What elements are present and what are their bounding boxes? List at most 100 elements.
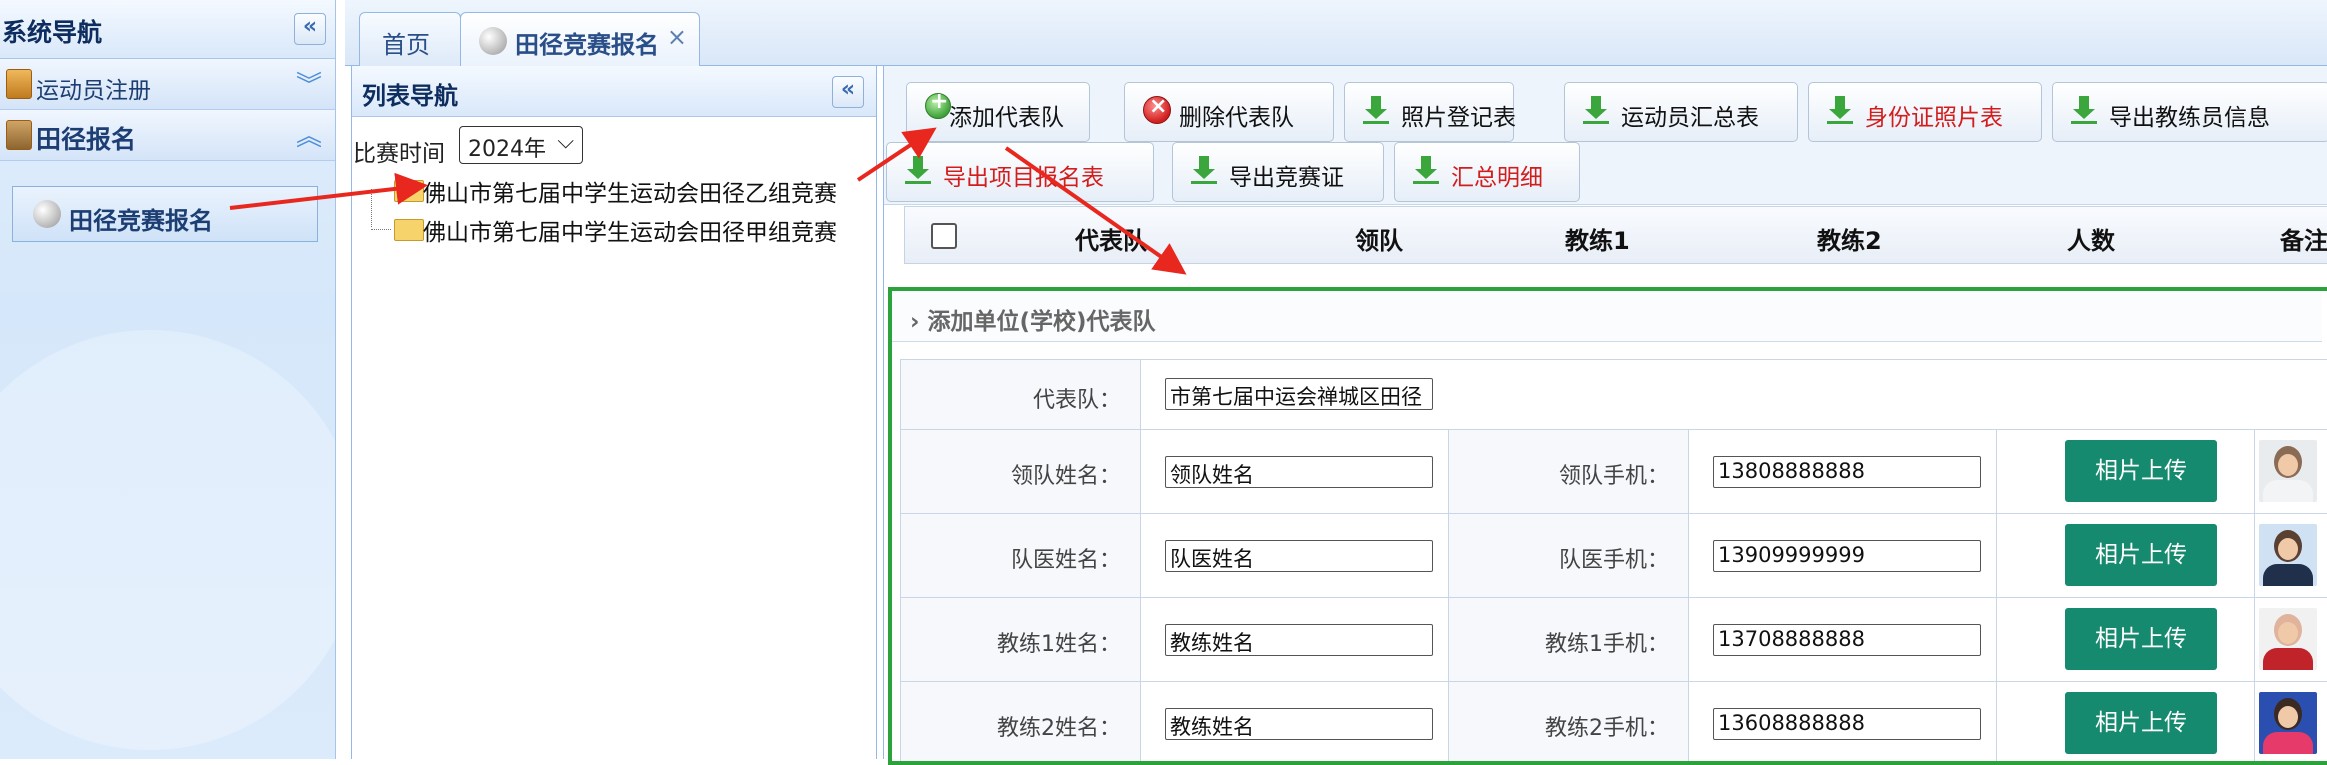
delete-icon [1143, 94, 1171, 124]
menu-group-label: 田径报名 [36, 125, 137, 154]
select-all-checkbox[interactable] [931, 223, 957, 249]
double-chevron-down-icon[interactable]: ︾ [296, 65, 322, 102]
button-label: 添加代表队 [949, 105, 1064, 131]
tab-label: 首页 [382, 31, 430, 59]
tree-node-competition[interactable]: 佛山市第七届中学生运动会田径甲组竞赛 [423, 213, 837, 247]
phone-label: 教练2手机： [1545, 716, 1669, 741]
name-input[interactable]: 队医姓名 [1165, 540, 1433, 572]
photo-upload-button[interactable]: 相片上传 [2065, 440, 2217, 502]
column-header-leader[interactable]: 领队 [1355, 221, 1403, 256]
system-nav-header: 系统导航 « [0, 0, 335, 59]
avatar [2259, 692, 2317, 754]
photo-register-button[interactable]: 照片登记表 [1344, 82, 1516, 142]
tab-track-registration[interactable]: 田径竞赛报名 × [460, 12, 700, 67]
download-icon [1363, 96, 1389, 124]
list-nav-header: 列表导航 « [352, 66, 876, 117]
avatar [2259, 608, 2317, 670]
athlete-summary-button[interactable]: 运动员汇总表 [1564, 82, 1798, 142]
add-icon [925, 89, 951, 119]
form-row-person: 队医姓名： 队医姓名 队医手机： 13909999999 相片上传 [900, 513, 2327, 598]
menu-group-athlete-registration[interactable]: 运动员注册 ︾ [0, 59, 335, 110]
tab-label: 田径竞赛报名 [515, 31, 659, 59]
name-input[interactable]: 教练姓名 [1165, 624, 1433, 656]
name-input-cell: 队医姓名 [1140, 514, 1449, 598]
form-row-person: 领队姓名： 领队姓名 领队手机： 13808888888 相片上传 [900, 429, 2327, 514]
name-label-cell: 教练2姓名： [900, 682, 1141, 761]
phone-input-cell: 13608888888 [1688, 682, 1997, 761]
download-icon [1191, 156, 1217, 184]
list-nav-panel: 列表导航 « 比赛时间 2024年 ⌵ [351, 66, 877, 759]
button-label: 身份证照片表 [1865, 105, 2003, 131]
system-nav-title: 系统导航 [2, 18, 103, 47]
phone-input-cell: 13708888888 [1688, 598, 1997, 682]
add-team-button[interactable]: 添加代表队 [906, 82, 1090, 142]
tab-home[interactable]: 首页 [359, 12, 461, 67]
phone-label-cell: 教练1手机： [1448, 598, 1689, 682]
close-icon[interactable]: × [667, 23, 687, 51]
column-header-team[interactable]: 代表队 [1075, 221, 1147, 256]
tree-node-competition[interactable]: 佛山市第七届中学生运动会田径乙组竞赛 [423, 174, 837, 208]
sidebar-item-label: 田径竞赛报名 [69, 207, 213, 235]
tree-connector [371, 229, 391, 230]
briefcase-icon [6, 120, 32, 150]
folder-icon [394, 180, 424, 202]
export-competition-card-button[interactable]: 导出竞赛证 [1172, 142, 1384, 202]
team-label: 代表队： [1032, 388, 1121, 413]
phone-label: 领队手机： [1558, 464, 1669, 489]
photo-upload-button[interactable]: 相片上传 [2065, 692, 2217, 754]
team-name-input[interactable]: 市第七届中运会禅城区田径 [1165, 378, 1433, 410]
name-input-cell: 领队姓名 [1140, 430, 1449, 514]
export-event-registration-button[interactable]: 导出项目报名表 [886, 142, 1154, 202]
phone-input[interactable]: 13909999999 [1713, 540, 1981, 572]
name-input[interactable]: 教练姓名 [1165, 708, 1433, 740]
download-icon [2071, 96, 2097, 124]
avatar [2259, 524, 2317, 586]
button-label: 删除代表队 [1179, 105, 1294, 131]
phone-input[interactable]: 13708888888 [1713, 624, 1981, 656]
export-coach-button[interactable]: 导出教练员信息 [2052, 82, 2327, 142]
book-icon [6, 69, 32, 99]
tab-bar: 首页 田径竞赛报名 × [345, 0, 2327, 67]
name-label: 教练1姓名： [997, 632, 1121, 657]
main-content: 添加代表队 删除代表队 照片登记表 运动员汇总表 身份证照片表 导出教练员信息 … [883, 66, 2327, 765]
column-header-count[interactable]: 人数 [2067, 221, 2115, 256]
photo-upload-button[interactable]: 相片上传 [2065, 524, 2217, 586]
phone-label: 队医手机： [1558, 548, 1669, 573]
double-chevron-left-icon[interactable]: « [832, 76, 864, 108]
delete-team-button[interactable]: 删除代表队 [1124, 82, 1334, 142]
form-row-person: 教练2姓名： 教练姓名 教练2手机： 13608888888 相片上传 [900, 681, 2327, 761]
phone-input[interactable]: 13608888888 [1713, 708, 1981, 740]
button-label: 导出教练员信息 [2109, 105, 2270, 131]
name-label: 教练2姓名： [997, 716, 1121, 741]
name-label-cell: 教练1姓名： [900, 598, 1141, 682]
form-row-team: 代表队： 市第七届中运会禅城区田径 [900, 359, 2327, 430]
double-chevron-left-icon[interactable]: « [294, 13, 326, 45]
column-header-coach2[interactable]: 教练2 [1817, 221, 1882, 256]
phone-label-cell: 队医手机： [1448, 514, 1689, 598]
photo-upload-button[interactable]: 相片上传 [2065, 608, 2217, 670]
year-value: 2024年 [468, 137, 546, 162]
list-nav-title: 列表导航 [362, 82, 458, 110]
decorative-swirl [0, 330, 335, 750]
upload-cell: 相片上传 [1996, 682, 2255, 761]
phone-input[interactable]: 13808888888 [1713, 456, 1981, 488]
form-row-person: 教练1姓名： 教练姓名 教练1手机： 13708888888 相片上传 [900, 597, 2327, 682]
summary-detail-button[interactable]: 汇总明细 [1394, 142, 1580, 202]
download-icon [1583, 96, 1609, 124]
name-label-cell: 领队姓名： [900, 430, 1141, 514]
name-input-cell: 教练姓名 [1140, 598, 1449, 682]
button-label: 导出项目报名表 [943, 165, 1104, 191]
sidebar-item-track-competition-registration[interactable]: 田径竞赛报名 [12, 186, 318, 242]
upload-cell: 相片上传 [1996, 598, 2255, 682]
form-title-text: 添加单位(学校)代表队 [927, 309, 1156, 335]
id-photo-button[interactable]: 身份证照片表 [1808, 82, 2042, 142]
name-input-cell: 教练姓名 [1140, 682, 1449, 761]
year-select[interactable]: 2024年 ⌵ [459, 126, 583, 164]
double-chevron-up-icon[interactable]: ︽ [296, 116, 322, 153]
phone-label: 教练1手机： [1545, 632, 1669, 657]
ball-icon [33, 200, 61, 228]
name-input[interactable]: 领队姓名 [1165, 456, 1433, 488]
menu-group-track-registration[interactable]: 田径报名 ︽ [0, 110, 335, 161]
column-header-remark[interactable]: 备注 [2280, 221, 2327, 256]
column-header-coach1[interactable]: 教练1 [1565, 221, 1630, 256]
